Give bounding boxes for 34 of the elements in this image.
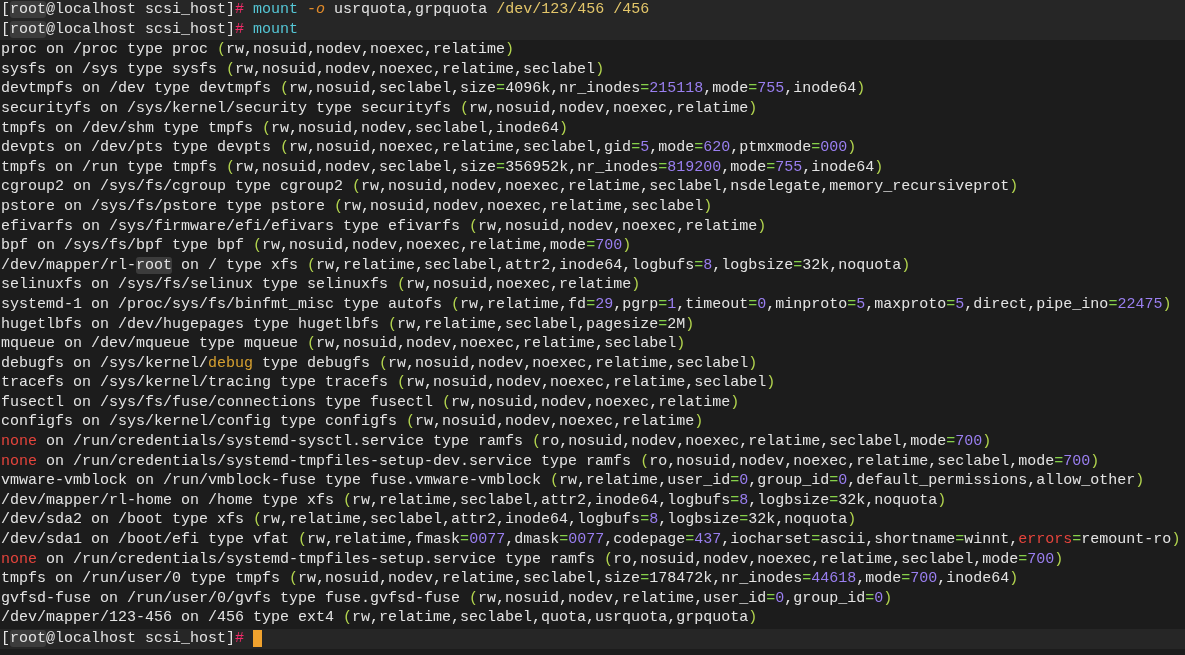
output-line: /dev/sda1 on /boot/efi type vfat (rw,relatime,fmask=0077,dmask=0077,codepage=437,iocharset=ascii,shortname=winnt,errors=remount-ro)	[0, 530, 1182, 550]
output-line: mqueue on /dev/mqueue type mqueue (rw,nosuid,nodev,noexec,relatime,seclabel)	[0, 334, 687, 354]
output-line: tmpfs on /dev/shm type tmpfs (rw,nosuid,nodev,seclabel,inode64)	[0, 118, 570, 139]
output-line: gvfsd-fuse on /run/user/0/gvfs type fuse.gvfsd-fuse (rw,nosuid,nodev,relatime,user_id=0,group_id=0)	[0, 588, 894, 609]
output-line: /dev/mapper/123-456 on /456 type ext4 (rw,relatime,seclabel,quota,usrquota,grpquota)	[0, 608, 759, 628]
output-line: bpf on /sys/fs/bpf type bpf (rw,nosuid,nodev,noexec,relatime,mode=700)	[0, 236, 633, 256]
output-line: tmpfs on /run/user/0 type tmpfs (rw,nosuid,nodev,relatime,seclabel,size=178472k,nr_inodes=44618,mode=700,inode64)	[0, 569, 1020, 589]
output-line: tracefs on /sys/kernel/tracing type tracefs (rw,nosuid,nodev,noexec,relatime,seclabel)	[0, 373, 777, 393]
output-line: configfs on /sys/kernel/config type configfs (rw,nosuid,nodev,noexec,relatime)	[0, 412, 705, 433]
output-line: /dev/sda2 on /boot type xfs (rw,relatime,seclabel,attr2,inode64,logbufs=8,logbsize=32k,noquota)	[0, 510, 858, 531]
output-line: cgroup2 on /sys/fs/cgroup type cgroup2 (rw,nosuid,nodev,noexec,relatime,seclabel,nsdelegate,memory_recursiveprot)	[0, 177, 1020, 197]
command-line: [root@localhost scsi_host]# mount	[0, 19, 300, 40]
output-line: /dev/mapper/rl-home on /home type xfs (rw,relatime,seclabel,attr2,inode64,logbufs=8,logbsize=32k,noquota)	[0, 490, 948, 511]
output-line: hugetlbfs on /dev/hugepages type hugetlbfs (rw,relatime,seclabel,pagesize=2M)	[0, 314, 696, 335]
output-line: systemd-1 on /proc/sys/fs/binfmt_misc type autofs (rw,relatime,fd=29,pgrp=1,timeout=0,minproto=5,maxproto=5,direct,pipe_ino=22475)	[0, 294, 1173, 315]
output-line: none on /run/credentials/systemd-tmpfiles-setup.service type ramfs (ro,nosuid,nodev,noexec,relatime,seclabel,mode=700)	[0, 549, 1065, 570]
output-line: /dev/mapper/rl-root on / type xfs (rw,relatime,seclabel,attr2,inode64,logbufs=8,logbsize=32k,noquota)	[0, 255, 912, 276]
output-line: none on /run/credentials/systemd-sysctl.service type ramfs (ro,nosuid,nodev,noexec,relatime,seclabel,mode=700)	[0, 432, 993, 452]
text-cursor	[253, 630, 263, 648]
output-line: devpts on /dev/pts type devpts (rw,nosuid,noexec,relatime,seclabel,gid=5,mode=620,ptmxmode=000)	[0, 138, 858, 158]
output-line: tmpfs on /run type tmpfs (rw,nosuid,nodev,seclabel,size=356952k,nr_inodes=819200,mode=755,inode64)	[0, 157, 885, 178]
command-prompt: [root@localhost scsi_host]#	[0, 629, 245, 649]
output-line: devtmpfs on /dev type devtmpfs (rw,nosuid,seclabel,size=4096k,nr_inodes=215118,mode=755,inode64)	[0, 79, 867, 99]
output-line: debugfs on /sys/kernel/debug type debugfs (rw,nosuid,nodev,noexec,relatime,seclabel)	[0, 353, 759, 374]
output-line: vmware-vmblock on /run/vmblock-fuse type fuse.vmware-vmblock (rw,relatime,user_id=0,group_id=0,default_permissions,allow_other)	[0, 471, 1146, 491]
output-line: selinuxfs on /sys/fs/selinux type selinuxfs (rw,nosuid,noexec,relatime)	[0, 275, 642, 295]
output-line: sysfs on /sys type sysfs (rw,nosuid,nodev,noexec,relatime,seclabel)	[0, 59, 606, 80]
output-line: fusectl on /sys/fs/fuse/connections type fusectl (rw,nosuid,nodev,noexec,relatime)	[0, 392, 741, 413]
command-line: [root@localhost scsi_host]# mount -o usrquota,grpquota /dev/123/456 /456	[0, 0, 651, 20]
output-line: securityfs on /sys/kernel/security type securityfs (rw,nosuid,nodev,noexec,relatime)	[0, 98, 759, 119]
output-line: none on /run/credentials/systemd-tmpfiles-setup-dev.service type ramfs (ro,nosuid,nodev,noexec,relatime,seclabel,mode=700)	[0, 451, 1101, 472]
output-line: pstore on /sys/fs/pstore type pstore (rw,nosuid,nodev,noexec,relatime,seclabel)	[0, 196, 714, 217]
output-line: efivarfs on /sys/firmware/efi/efivars type efivarfs (rw,nosuid,nodev,noexec,relatime)	[0, 216, 768, 237]
output-line: proc on /proc type proc (rw,nosuid,nodev,noexec,relatime)	[0, 40, 516, 60]
